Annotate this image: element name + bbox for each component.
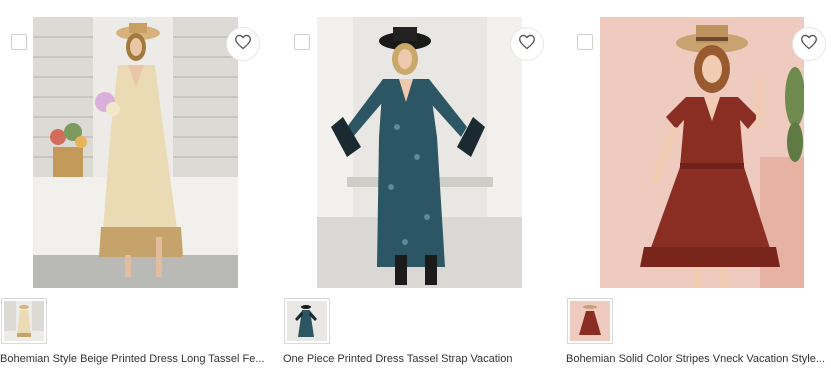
product-card[interactable]: Bohemian Style Beige Printed Dress Long …	[0, 0, 280, 374]
product-photo-illustration	[317, 17, 522, 288]
thumbnail-illustration	[4, 301, 44, 341]
product-photo-illustration	[33, 17, 238, 288]
select-checkbox[interactable]	[577, 34, 593, 50]
heart-outline-icon	[234, 34, 252, 55]
product-card[interactable]: One Piece Printed Dress Tassel Strap Vac…	[283, 0, 563, 374]
product-grid: Bohemian Style Beige Printed Dress Long …	[0, 0, 831, 374]
product-title[interactable]: Bohemian Solid Color Stripes Vneck Vacat…	[566, 352, 831, 366]
product-title[interactable]: One Piece Printed Dress Tassel Strap Vac…	[283, 352, 556, 366]
thumbnail-illustration	[287, 301, 327, 341]
color-variant-thumbnail[interactable]	[284, 298, 330, 344]
favorite-button[interactable]	[510, 27, 544, 61]
select-checkbox[interactable]	[11, 34, 27, 50]
product-image[interactable]	[600, 17, 804, 288]
product-photo-illustration	[600, 17, 804, 288]
heart-outline-icon	[518, 34, 536, 55]
product-image[interactable]	[317, 17, 522, 288]
thumbnail-illustration	[570, 301, 610, 341]
color-variant-thumbnail[interactable]	[1, 298, 47, 344]
product-title[interactable]: Bohemian Style Beige Printed Dress Long …	[0, 352, 273, 366]
heart-outline-icon	[800, 34, 818, 55]
product-image[interactable]	[33, 17, 238, 288]
favorite-button[interactable]	[792, 27, 826, 61]
product-card[interactable]: Bohemian Solid Color Stripes Vneck Vacat…	[566, 0, 831, 374]
favorite-button[interactable]	[226, 27, 260, 61]
color-variant-thumbnail[interactable]	[567, 298, 613, 344]
select-checkbox[interactable]	[294, 34, 310, 50]
